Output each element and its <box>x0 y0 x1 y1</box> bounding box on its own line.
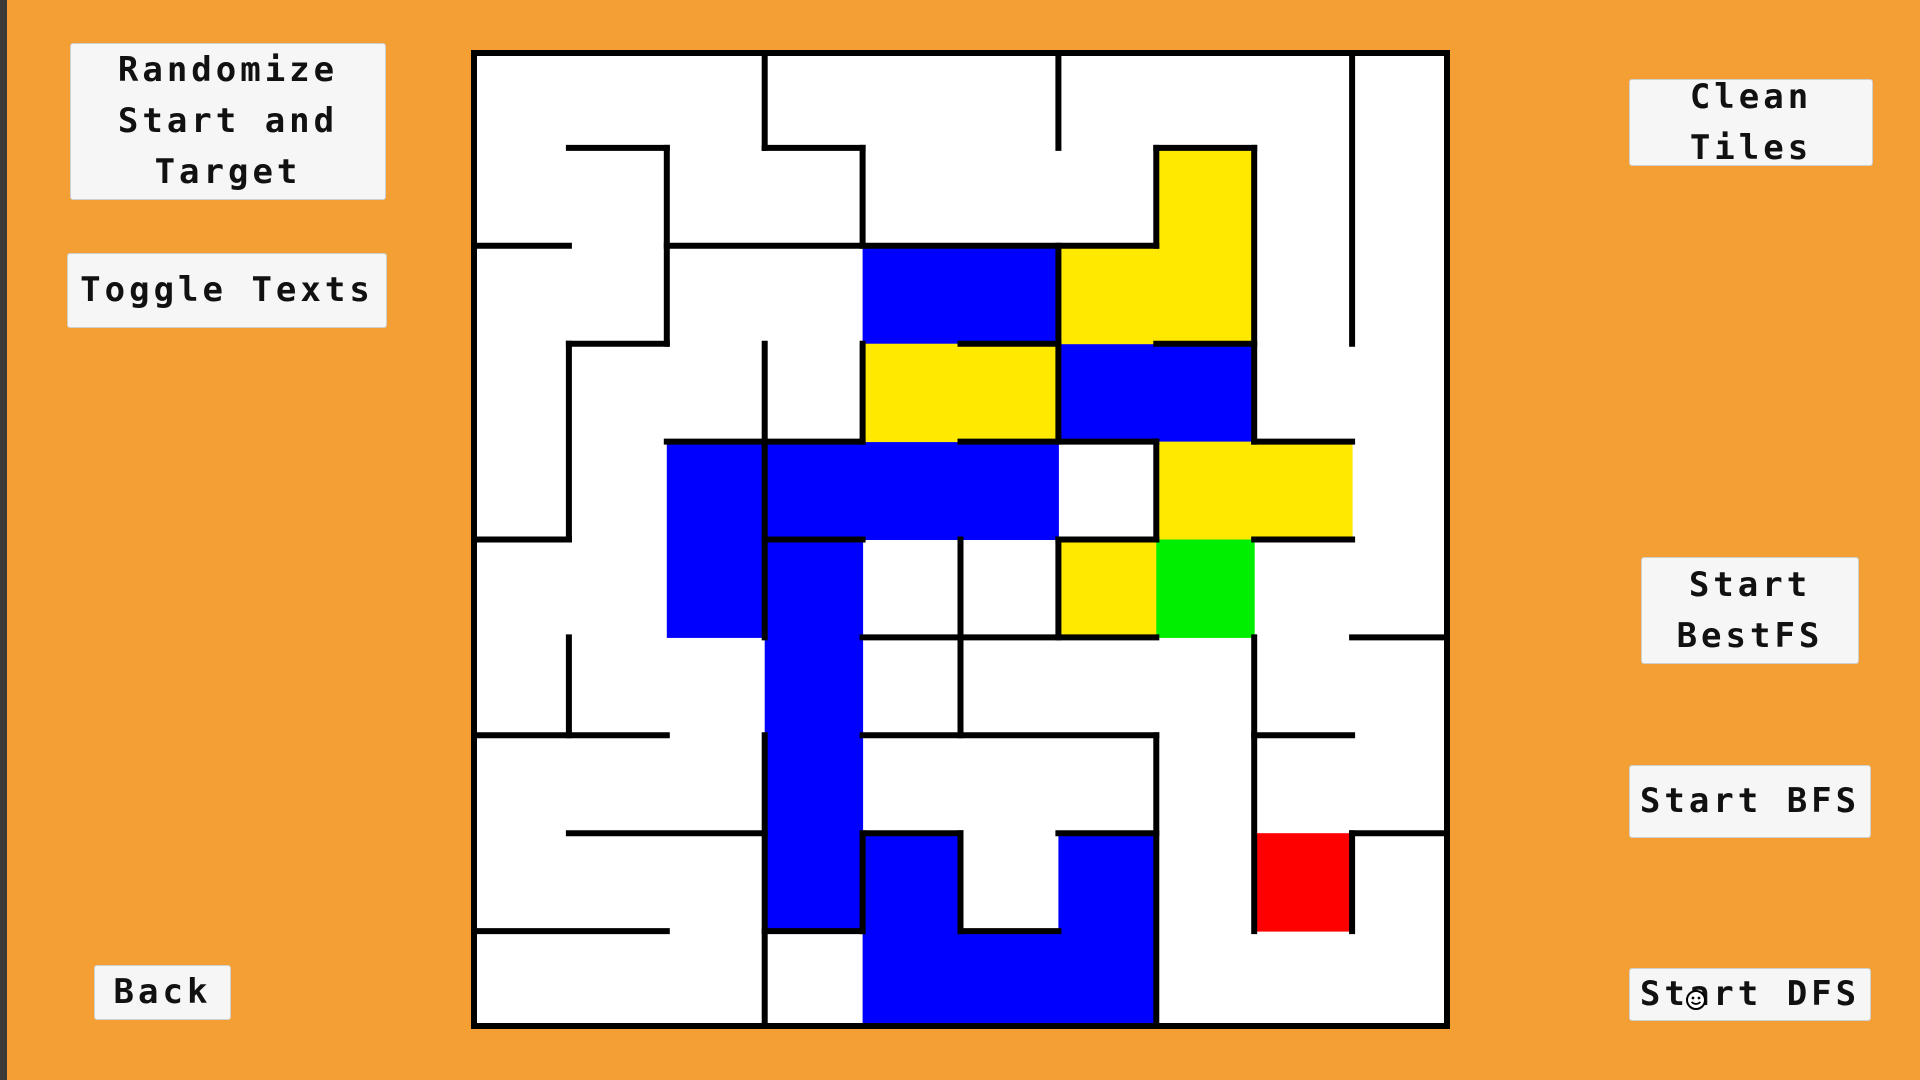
target-tile[interactable] <box>1254 833 1353 932</box>
clean-tiles-button[interactable]: Clean Tiles <box>1629 77 1873 168</box>
mouse-cursor-icon <box>1686 990 1706 1010</box>
path-tile[interactable] <box>1254 441 1353 540</box>
start-dfs-button[interactable]: Start DFS <box>1629 968 1871 1021</box>
path-tile[interactable] <box>1156 441 1255 540</box>
path-tile[interactable] <box>1058 245 1157 345</box>
visited-tile[interactable] <box>1058 931 1157 1029</box>
visited-tile[interactable] <box>960 931 1059 1029</box>
visited-tile[interactable] <box>862 441 961 540</box>
visited-tile[interactable] <box>764 833 864 932</box>
visited-tile[interactable] <box>764 735 864 834</box>
path-tile[interactable] <box>862 343 961 443</box>
start-tile[interactable] <box>1156 539 1255 638</box>
visited-tile[interactable] <box>862 833 961 932</box>
start-bestfs-button[interactable]: Start BestFS <box>1641 557 1859 664</box>
visited-tile[interactable] <box>862 245 961 345</box>
window-edge <box>0 0 7 1080</box>
path-tile[interactable] <box>1058 539 1157 638</box>
visited-tile[interactable] <box>666 539 766 638</box>
maze-grid[interactable] <box>471 50 1450 1029</box>
path-tile[interactable] <box>1156 147 1255 247</box>
randomize-start-target-button[interactable]: Randomize Start and Target <box>70 43 386 200</box>
visited-tile[interactable] <box>1058 343 1157 443</box>
visited-tile[interactable] <box>960 245 1059 345</box>
start-bfs-button[interactable]: Start BFS <box>1629 765 1871 838</box>
visited-tile[interactable] <box>1156 343 1255 443</box>
visited-tile[interactable] <box>764 637 864 736</box>
toggle-texts-button[interactable]: Toggle Texts <box>67 253 387 328</box>
path-tile[interactable] <box>1156 245 1255 345</box>
visited-tile[interactable] <box>764 441 864 540</box>
visited-tile[interactable] <box>862 931 961 1029</box>
path-tile[interactable] <box>960 343 1059 443</box>
visited-tile[interactable] <box>666 441 766 540</box>
back-button[interactable]: Back <box>94 965 231 1020</box>
visited-tile[interactable] <box>960 441 1059 540</box>
visited-tile[interactable] <box>764 539 864 638</box>
visited-tile[interactable] <box>1058 833 1157 932</box>
